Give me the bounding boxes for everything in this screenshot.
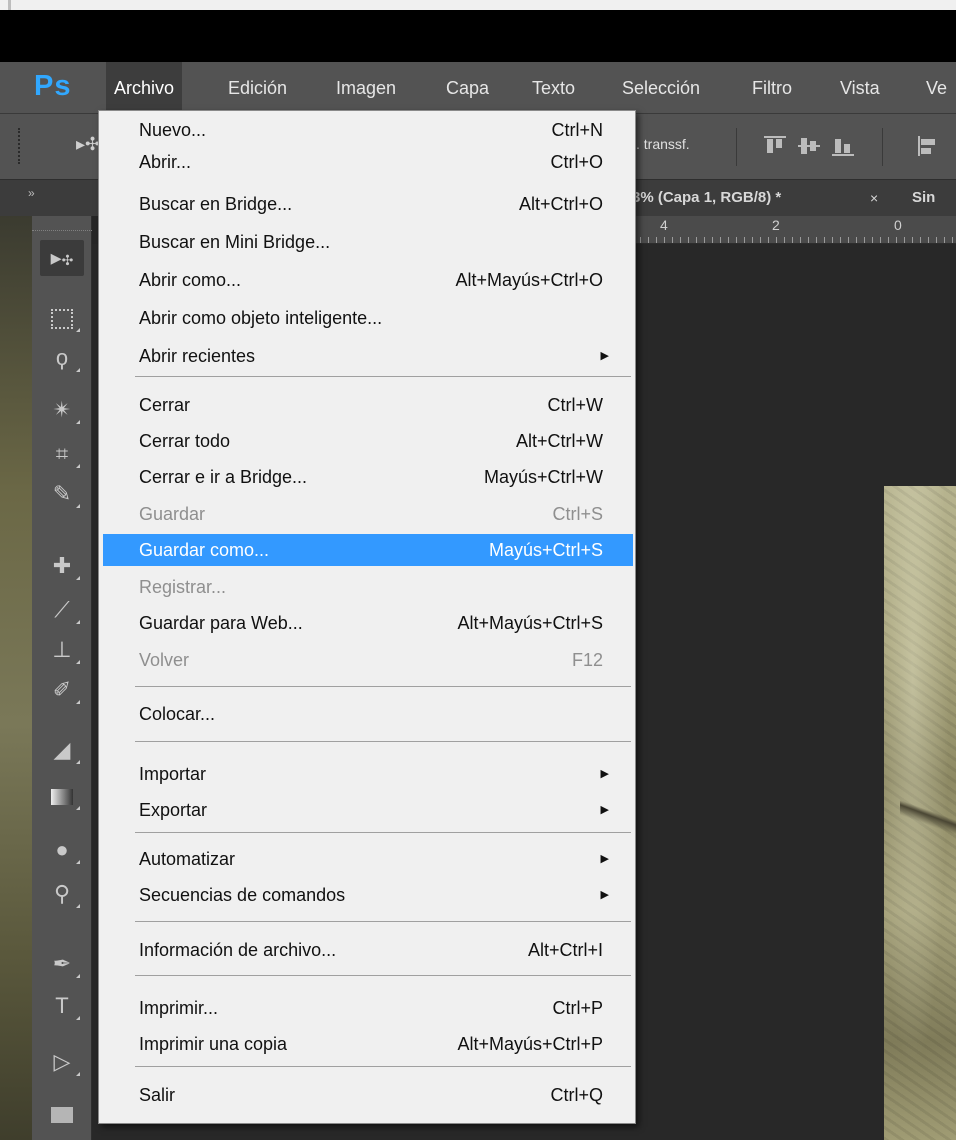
close-tab-icon[interactable]: × <box>870 180 878 216</box>
image-detail <box>900 780 956 860</box>
options-separator <box>882 128 883 166</box>
menu-item-abrir-como-objeto-inteligente[interactable]: Abrir como objeto inteligente... <box>103 302 633 334</box>
horizontal-ruler: 4 2 0 <box>632 216 956 244</box>
menu-item-abrir-como[interactable]: Abrir como... Alt+Mayús+Ctrl+O <box>103 264 633 296</box>
healing-brush-tool-icon[interactable]: ✚ <box>40 548 84 584</box>
menu-separator <box>135 975 631 976</box>
menu-edicion[interactable]: Edición <box>220 62 295 114</box>
menu-item-automatizar[interactable]: Automatizar ▶ <box>103 843 633 875</box>
menu-imagen[interactable]: Imagen <box>328 62 404 114</box>
menu-item-salir[interactable]: Salir Ctrl+Q <box>103 1079 633 1111</box>
lasso-tool-icon[interactable]: ϙ <box>40 340 84 376</box>
menu-item-guardar[interactable]: Guardar Ctrl+S <box>103 498 633 530</box>
menu-item-abrir[interactable]: Abrir... Ctrl+O <box>103 146 633 178</box>
menu-item-guardar-para-web[interactable]: Guardar para Web... Alt+Mayús+Ctrl+S <box>103 607 633 639</box>
show-transform-controls-label[interactable]: . transsf. <box>636 136 690 152</box>
file-menu-dropdown: Nuevo... Ctrl+N Abrir... Ctrl+O Buscar en … <box>98 110 636 1124</box>
menu-item-abrir-recientes[interactable]: Abrir recientes ▶ <box>103 340 633 372</box>
menu-separator <box>135 921 631 922</box>
menu-separator <box>135 686 631 687</box>
ruler-label: 2 <box>772 217 780 233</box>
move-tool-icon[interactable]: ▸✣ <box>40 240 84 276</box>
align-vertical-center-icon[interactable] <box>798 136 820 156</box>
menu-item-imprimir[interactable]: Imprimir... Ctrl+P <box>103 992 633 1024</box>
type-tool-icon[interactable]: T <box>40 988 84 1024</box>
align-top-icon[interactable] <box>764 136 786 156</box>
ruler-ticks <box>632 237 956 243</box>
menu-item-guardar-como[interactable]: Guardar como... Mayús+Ctrl+S <box>103 534 633 566</box>
submenu-arrow-icon: ▶ <box>600 804 609 816</box>
blur-tool-icon[interactable]: ● <box>40 832 84 868</box>
menu-ventana[interactable]: Ve <box>918 62 955 114</box>
document-tab[interactable]: 3% (Capa 1, RGB/8) * <box>632 180 781 216</box>
submenu-arrow-icon: ▶ <box>600 889 609 901</box>
menu-item-secuencias-de-comandos[interactable]: Secuencias de comandos ▶ <box>103 879 633 911</box>
window-top-strip <box>0 0 956 44</box>
clone-stamp-tool-icon[interactable]: ⊥ <box>40 632 84 668</box>
menu-item-buscar-en-mini-bridge[interactable]: Buscar en Mini Bridge... <box>103 226 633 258</box>
menu-seleccion[interactable]: Selección <box>614 62 708 114</box>
brush-tool-icon[interactable]: ⟋ <box>40 592 84 628</box>
marquee-tool-icon[interactable] <box>40 300 84 336</box>
menu-separator <box>135 376 631 377</box>
title-bar <box>0 10 956 62</box>
menu-item-exportar[interactable]: Exportar ▶ <box>103 794 633 826</box>
menu-item-cerrar-todo[interactable]: Cerrar todo Alt+Ctrl+W <box>103 425 633 457</box>
magic-wand-tool-icon[interactable]: ✴ <box>40 392 84 428</box>
menu-separator <box>135 832 631 833</box>
menu-separator <box>135 741 631 742</box>
menu-separator <box>135 1066 631 1067</box>
menu-bar: Ps Archivo Edición Imagen Capa Texto Sel… <box>0 62 956 114</box>
ruler-label: 0 <box>894 217 902 233</box>
menu-item-cerrar-e-ir-a-bridge[interactable]: Cerrar e ir a Bridge... Mayús+Ctrl+W <box>103 461 633 493</box>
document-tab-2[interactable]: Sin <box>912 180 935 216</box>
options-separator <box>736 128 737 166</box>
menu-item-cerrar[interactable]: Cerrar Ctrl+W <box>103 389 633 421</box>
path-selection-tool-icon[interactable]: ▷ <box>40 1044 84 1080</box>
crop-tool-icon[interactable]: ⌗ <box>40 436 84 472</box>
submenu-arrow-icon: ▶ <box>600 768 609 780</box>
move-tool-preset-icon[interactable]: ▸✣ <box>76 134 100 155</box>
menu-archivo[interactable]: Archivo <box>106 62 183 114</box>
toolbox: ▸✣ ϙ ✴ ⌗ ✎ ✚ ⟋ ⊥ ✐ ◢ ● ⚲ ✒ T ▷ <box>32 216 92 1140</box>
submenu-arrow-icon: ▶ <box>600 853 609 865</box>
history-brush-tool-icon[interactable]: ✐ <box>40 672 84 708</box>
photoshop-logo[interactable]: Ps <box>34 70 71 103</box>
ruler-label: 4 <box>660 217 668 233</box>
menu-item-nuevo[interactable]: Nuevo... Ctrl+N <box>103 114 633 146</box>
gradient-tool-icon[interactable] <box>40 778 84 814</box>
menu-texto[interactable]: Texto <box>524 62 583 114</box>
menu-item-imprimir-una-copia[interactable]: Imprimir una copia Alt+Mayús+Ctrl+P <box>103 1028 633 1060</box>
menu-capa[interactable]: Capa <box>438 62 497 114</box>
eraser-tool-icon[interactable]: ◢ <box>40 732 84 768</box>
menu-item-informacion-de-archivo[interactable]: Información de archivo... Alt+Ctrl+I <box>103 934 633 966</box>
rectangle-tool-icon[interactable] <box>40 1096 84 1132</box>
align-bottom-icon[interactable] <box>832 136 854 156</box>
menu-item-buscar-en-bridge[interactable]: Buscar en Bridge... Alt+Ctrl+O <box>103 188 633 220</box>
panel-expand-icon[interactable]: » <box>28 186 35 200</box>
menu-vista[interactable]: Vista <box>832 62 888 114</box>
menu-item-registrar[interactable]: Registrar... <box>103 571 633 603</box>
dodge-tool-icon[interactable]: ⚲ <box>40 876 84 912</box>
menu-item-volver[interactable]: Volver F12 <box>103 644 633 676</box>
options-bar-grip[interactable] <box>18 128 24 164</box>
pen-tool-icon[interactable]: ✒ <box>40 946 84 982</box>
menu-item-importar[interactable]: Importar ▶ <box>103 758 633 790</box>
background-photo-edge <box>0 216 32 1140</box>
menu-filtro[interactable]: Filtro <box>744 62 800 114</box>
submenu-arrow-icon: ▶ <box>600 350 609 362</box>
menu-item-colocar[interactable]: Colocar... <box>103 698 633 730</box>
eyedropper-tool-icon[interactable]: ✎ <box>40 476 84 512</box>
align-left-icon[interactable] <box>918 136 940 156</box>
toolbox-header[interactable] <box>32 216 92 231</box>
